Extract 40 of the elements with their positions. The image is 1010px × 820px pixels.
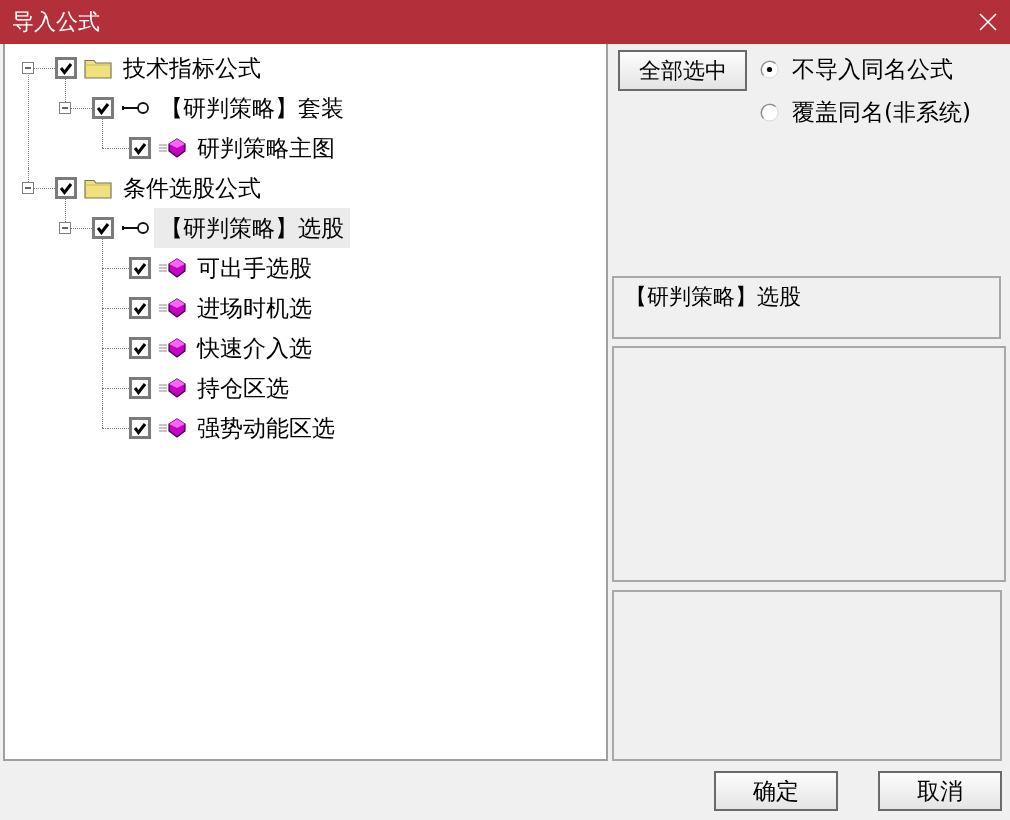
- checkbox[interactable]: [129, 377, 151, 399]
- collapse-toggle[interactable]: [22, 182, 34, 194]
- gem-icon: [158, 417, 186, 439]
- tree-item-label[interactable]: 条件选股公式: [117, 168, 267, 208]
- checkbox[interactable]: [92, 97, 114, 119]
- folder-icon: [84, 177, 112, 199]
- tree-item-label[interactable]: 持仓区选: [191, 368, 295, 408]
- radio-option[interactable]: 覆盖同名(非系统): [760, 91, 971, 134]
- checkbox[interactable]: [55, 177, 77, 199]
- info-box: 【研判策略】选股: [612, 276, 1001, 339]
- radio-option[interactable]: 不导入同名公式: [760, 48, 971, 91]
- tree-item-label[interactable]: 可出手选股: [191, 248, 318, 288]
- dialog-button[interactable]: 确定: [714, 771, 838, 811]
- checkbox[interactable]: [129, 297, 151, 319]
- collapse-toggle[interactable]: [59, 222, 71, 234]
- tree-item-label[interactable]: 研判策略主图: [191, 128, 341, 168]
- checkbox[interactable]: [129, 257, 151, 279]
- checkbox[interactable]: [129, 337, 151, 359]
- checkbox[interactable]: [92, 217, 114, 239]
- collapse-toggle[interactable]: [22, 62, 34, 74]
- gem-icon: [158, 137, 186, 159]
- gem-icon: [158, 337, 186, 359]
- checkbox[interactable]: [129, 137, 151, 159]
- tree-item-label[interactable]: 【研判策略】选股: [154, 208, 350, 248]
- tree-item-label[interactable]: 快速介入选: [191, 328, 318, 368]
- select-all-button[interactable]: 全部选中: [618, 50, 747, 91]
- tree-item-label[interactable]: 【研判策略】套装: [154, 88, 350, 128]
- gem-icon: [158, 257, 186, 279]
- checkbox[interactable]: [55, 57, 77, 79]
- tree-item-label[interactable]: 技术指标公式: [117, 48, 267, 88]
- checkbox[interactable]: [129, 417, 151, 439]
- tree-item-label[interactable]: 进场时机选: [191, 288, 318, 328]
- folder-icon: [84, 57, 112, 79]
- tree-item-label[interactable]: 强势动能区选: [191, 408, 341, 448]
- dialog-button[interactable]: 取消: [878, 771, 1002, 811]
- window-title: 导入公式: [12, 11, 100, 33]
- collapse-toggle[interactable]: [59, 102, 71, 114]
- gem-icon: [158, 377, 186, 399]
- gem-icon: [158, 297, 186, 319]
- close-icon: [979, 13, 997, 31]
